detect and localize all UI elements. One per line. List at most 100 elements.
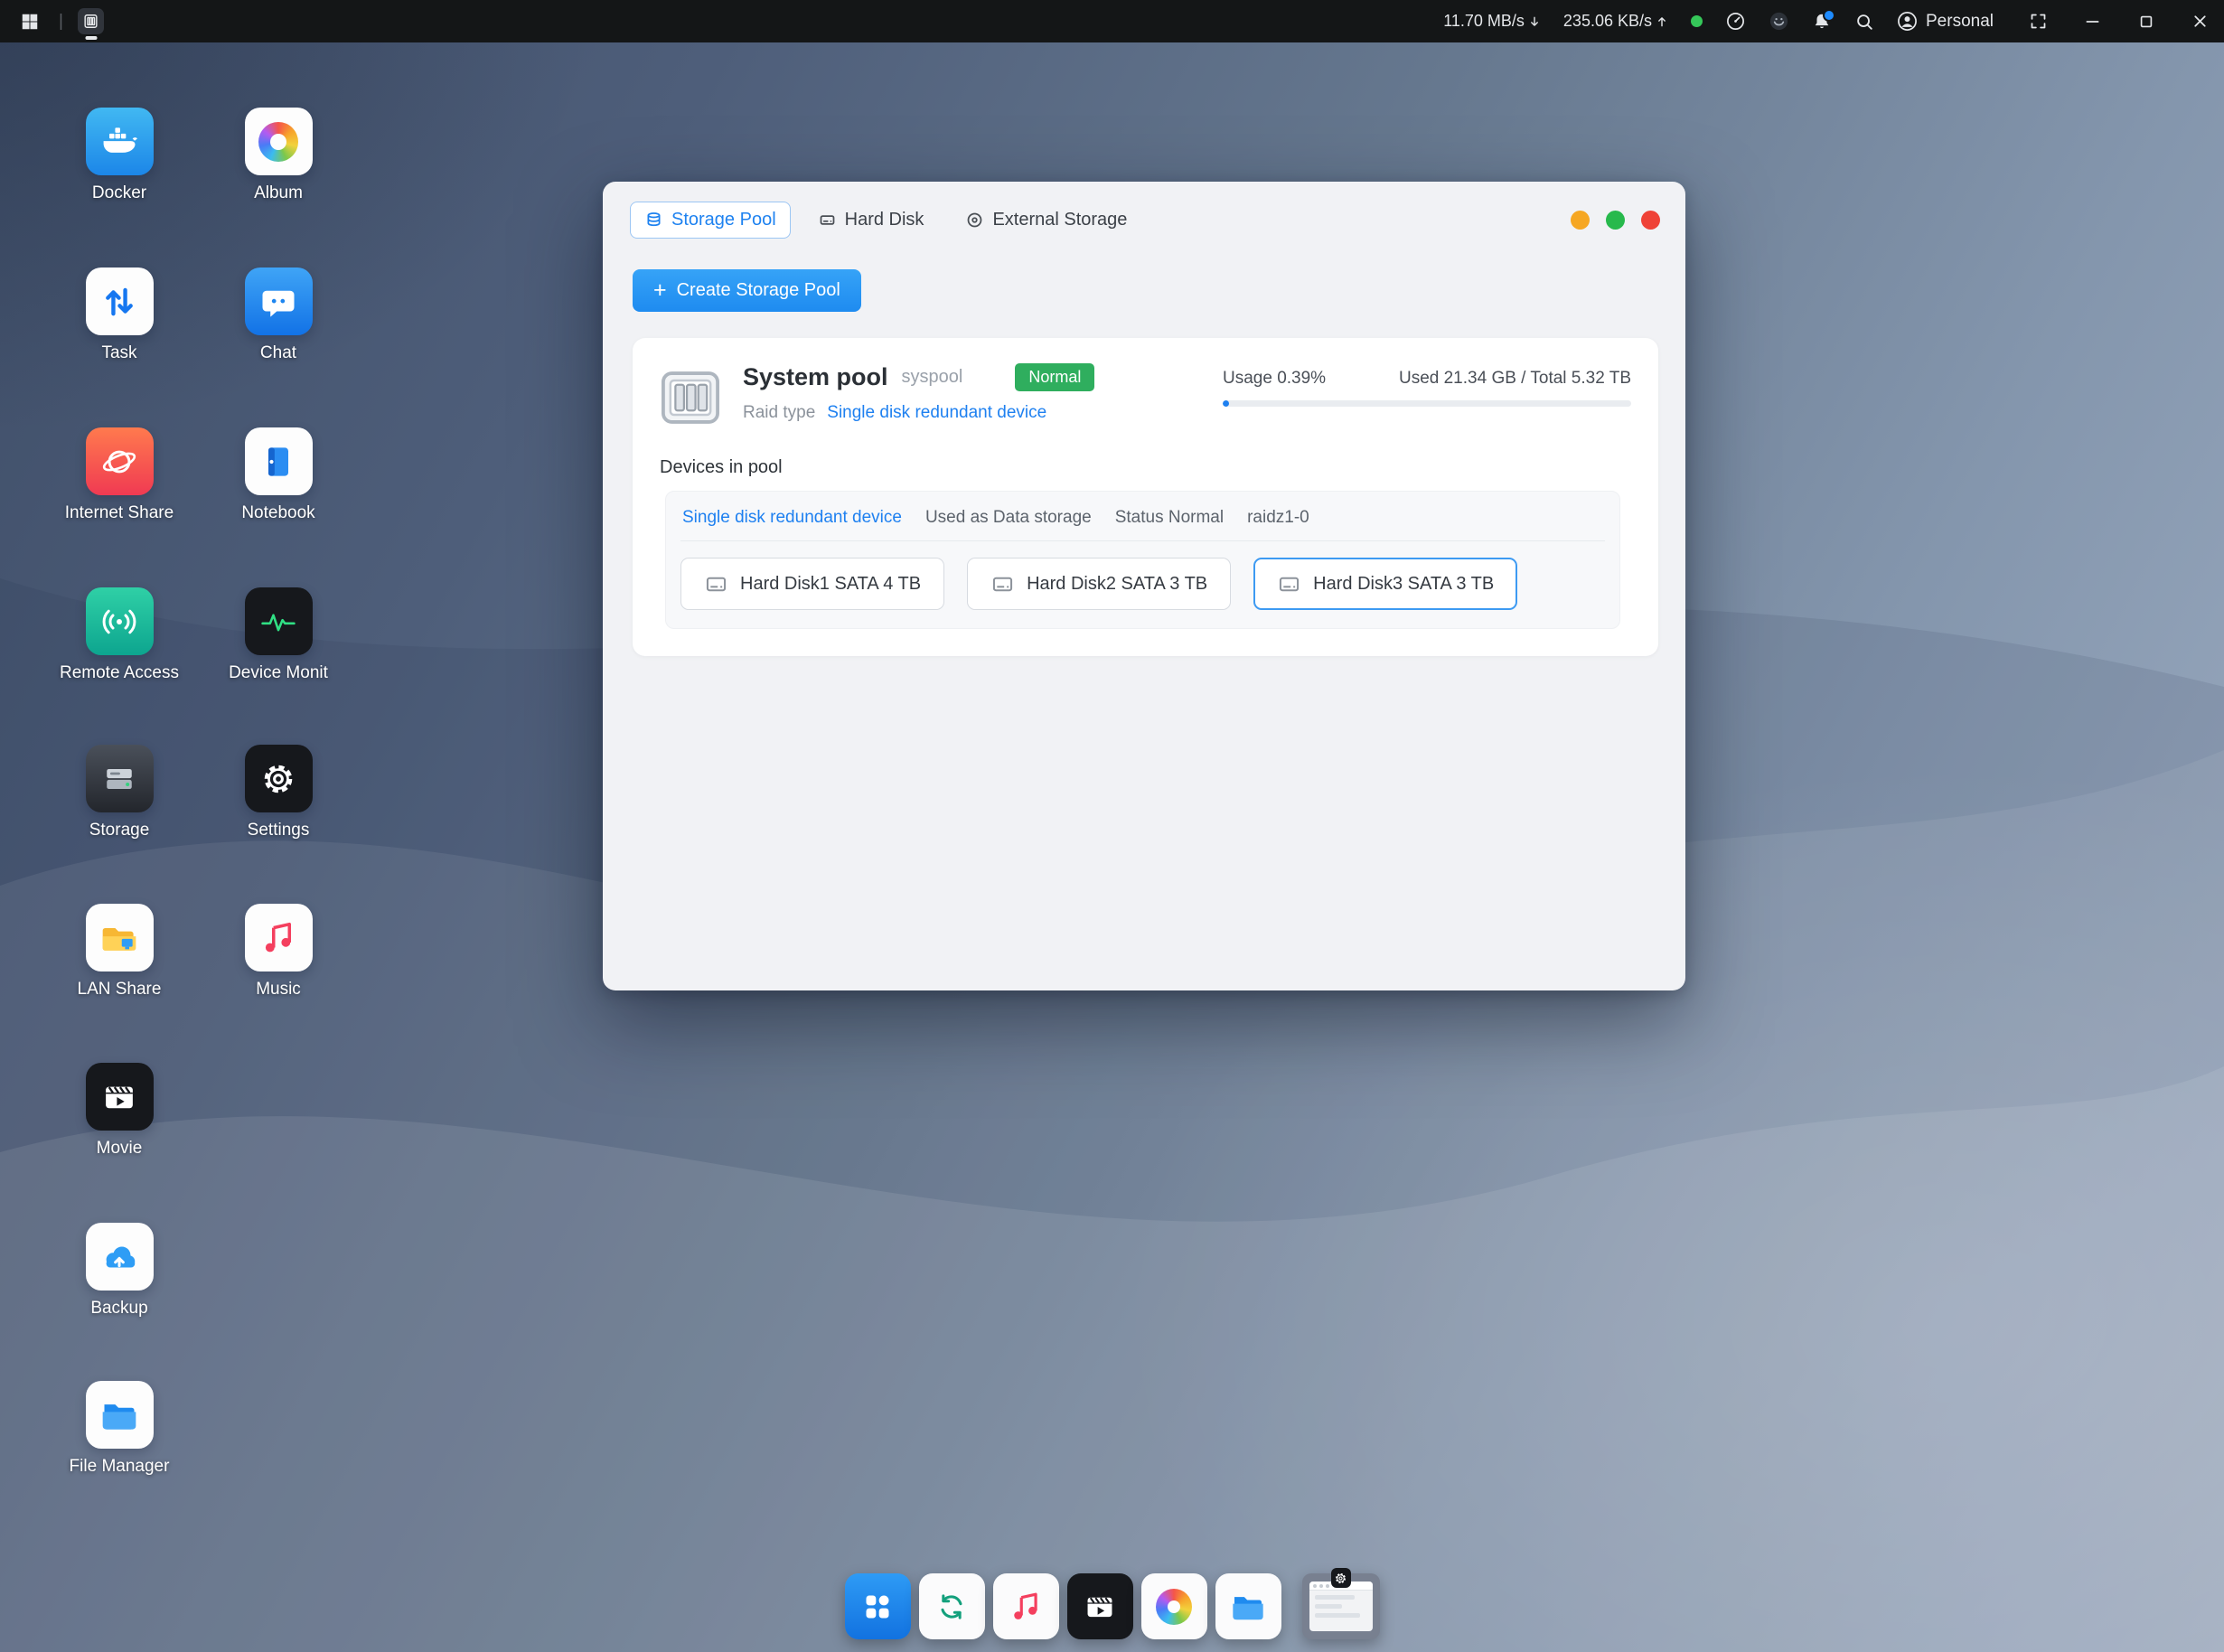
window-minimize-button[interactable] — [1571, 211, 1590, 230]
user-account-button[interactable]: Personal — [1897, 11, 1994, 32]
desktop-icon-label: Settings — [248, 821, 310, 840]
disk-button-2[interactable]: Hard Disk2 SATA 3 TB — [967, 558, 1231, 610]
window-maximize-button[interactable] — [1606, 211, 1625, 230]
globe-orbit-icon — [100, 443, 138, 481]
clapperboard-icon — [1083, 1590, 1117, 1624]
disk-button-1[interactable]: Hard Disk1 SATA 4 TB — [680, 558, 944, 610]
ecg-monitor-icon — [258, 602, 298, 642]
devices-in-pool-heading: Devices in pool — [660, 457, 1631, 478]
upload-arrow-icon — [1656, 15, 1668, 28]
nas-enclosure-icon — [656, 363, 725, 432]
dock-item-recycle[interactable] — [919, 1573, 985, 1639]
disk-label: Hard Disk1 SATA 4 TB — [740, 574, 921, 595]
raid-group-panel: Single disk redundant device Used as Dat… — [665, 491, 1620, 629]
desktop-icon-label: Storage — [89, 821, 150, 840]
chat-bubble-icon — [259, 283, 297, 321]
performance-gauge-icon[interactable] — [1725, 11, 1746, 32]
desktop-icon-album[interactable]: Album — [211, 108, 346, 203]
desktop-icon-label: LAN Share — [78, 980, 162, 1000]
start-menu-button[interactable] — [14, 6, 45, 37]
window-traffic-lights — [1571, 211, 1660, 230]
drive-stack-icon — [99, 759, 139, 799]
desktop-icon-settings[interactable]: Settings — [211, 745, 346, 840]
disk-button-3[interactable]: Hard Disk3 SATA 3 TB — [1253, 558, 1517, 610]
docker-whale-icon — [99, 122, 139, 162]
desktop-icon-notebook[interactable]: Notebook — [211, 427, 346, 523]
desktop-icon-lan-share[interactable]: LAN Share — [52, 904, 187, 1000]
desktop-icon-internet-share[interactable]: Internet Share — [52, 427, 187, 523]
close-icon[interactable] — [2191, 12, 2210, 31]
disk-label: Hard Disk2 SATA 3 TB — [1027, 574, 1207, 595]
dock-item-movie[interactable] — [1067, 1573, 1133, 1639]
group-raid-link[interactable]: Single disk redundant device — [682, 508, 902, 528]
pool-name: System pool — [743, 363, 888, 391]
widgets-ring-icon[interactable] — [1769, 11, 1789, 32]
dock-item-music[interactable] — [993, 1573, 1059, 1639]
desktop-icon-docker[interactable]: Docker — [52, 108, 187, 203]
desktop-icon-label: Chat — [260, 343, 296, 363]
settings-gear-badge — [1331, 1568, 1351, 1588]
user-label: Personal — [1926, 12, 1994, 32]
raid-type-link[interactable]: Single disk redundant device — [827, 403, 1046, 423]
minimize-icon[interactable] — [2083, 12, 2102, 31]
plus-icon: + — [653, 279, 667, 302]
tab-external-storage[interactable]: External Storage — [951, 202, 1141, 239]
desktop-icon-music[interactable]: Music — [211, 904, 346, 1000]
desktop-icon-label: Notebook — [241, 503, 314, 523]
storage-manager-app-icon — [78, 8, 104, 34]
disk-icon — [1277, 572, 1301, 596]
pool-status-badge: Normal — [1015, 363, 1094, 391]
active-app-indicator — [85, 36, 97, 40]
tab-hard-disk[interactable]: Hard Disk — [803, 202, 939, 239]
desktop-icon-label: File Manager — [70, 1457, 170, 1477]
dock-item-window-preview[interactable] — [1302, 1573, 1380, 1639]
dock-item-file-manager[interactable] — [1215, 1573, 1281, 1639]
disk-icon — [704, 572, 728, 596]
capacity-text: Used 21.34 GB / Total 5.32 TB — [1399, 369, 1631, 389]
desktop-icon-backup[interactable]: Backup — [52, 1223, 187, 1319]
photos-flower-icon — [258, 122, 298, 162]
dock-item-photos[interactable] — [1141, 1573, 1207, 1639]
search-icon[interactable] — [1854, 12, 1874, 32]
desktop-icon-storage[interactable]: Storage — [52, 745, 187, 840]
desktop-icon-chat[interactable]: Chat — [211, 268, 346, 363]
desktop-icon-label: Docker — [92, 183, 146, 203]
hard-disk-icon — [818, 211, 837, 230]
music-note-icon — [259, 919, 297, 957]
clapperboard-icon — [100, 1078, 138, 1116]
tab-label: Storage Pool — [671, 210, 776, 230]
top-bar: | 11.70 MB/s — [0, 0, 2224, 42]
desktop-icon-movie[interactable]: Movie — [52, 1063, 187, 1159]
music-note-icon — [1009, 1590, 1043, 1624]
broadcast-icon — [100, 603, 138, 641]
dock-item-app-launcher[interactable] — [845, 1573, 911, 1639]
notebook-icon — [258, 442, 298, 482]
folder-icon — [1230, 1589, 1266, 1625]
window-close-button[interactable] — [1641, 211, 1660, 230]
recycle-sync-icon — [934, 1589, 970, 1625]
desktop-icon-label: Device Monit — [229, 663, 328, 683]
system-pool-card: System pool syspool Normal Raid type Sin… — [633, 338, 1658, 656]
download-arrow-icon — [1528, 15, 1541, 28]
taskbar-item-storage-manager[interactable] — [77, 2, 106, 42]
create-storage-pool-button[interactable]: + Create Storage Pool — [633, 269, 861, 312]
tab-storage-pool[interactable]: Storage Pool — [630, 202, 791, 239]
maximize-icon[interactable] — [2137, 13, 2155, 31]
system-status-dot — [1691, 15, 1703, 27]
upload-speed-value: 235.06 KB/s — [1563, 12, 1652, 31]
dock — [845, 1573, 1380, 1639]
desktop-icon-file-manager[interactable]: File Manager — [52, 1381, 187, 1477]
desktop-icon-remote-access[interactable]: Remote Access — [52, 587, 187, 683]
notifications-bell-icon[interactable] — [1812, 12, 1832, 32]
task-arrows-icon — [100, 283, 138, 321]
disk-label: Hard Disk3 SATA 3 TB — [1313, 574, 1494, 595]
desktop-icon-label: Task — [101, 343, 136, 363]
group-raid-id: raidz1-0 — [1247, 508, 1309, 528]
fullscreen-icon[interactable] — [2029, 12, 2048, 31]
desktop-icon-task[interactable]: Task — [52, 268, 187, 363]
photos-flower-icon — [1156, 1589, 1192, 1625]
user-avatar-icon — [1897, 11, 1918, 32]
window-thumbnail — [1309, 1582, 1373, 1631]
usage-block: Usage 0.39% Used 21.34 GB / Total 5.32 T… — [1223, 369, 1631, 407]
desktop-icon-device-monitor[interactable]: Device Monit — [211, 587, 346, 683]
